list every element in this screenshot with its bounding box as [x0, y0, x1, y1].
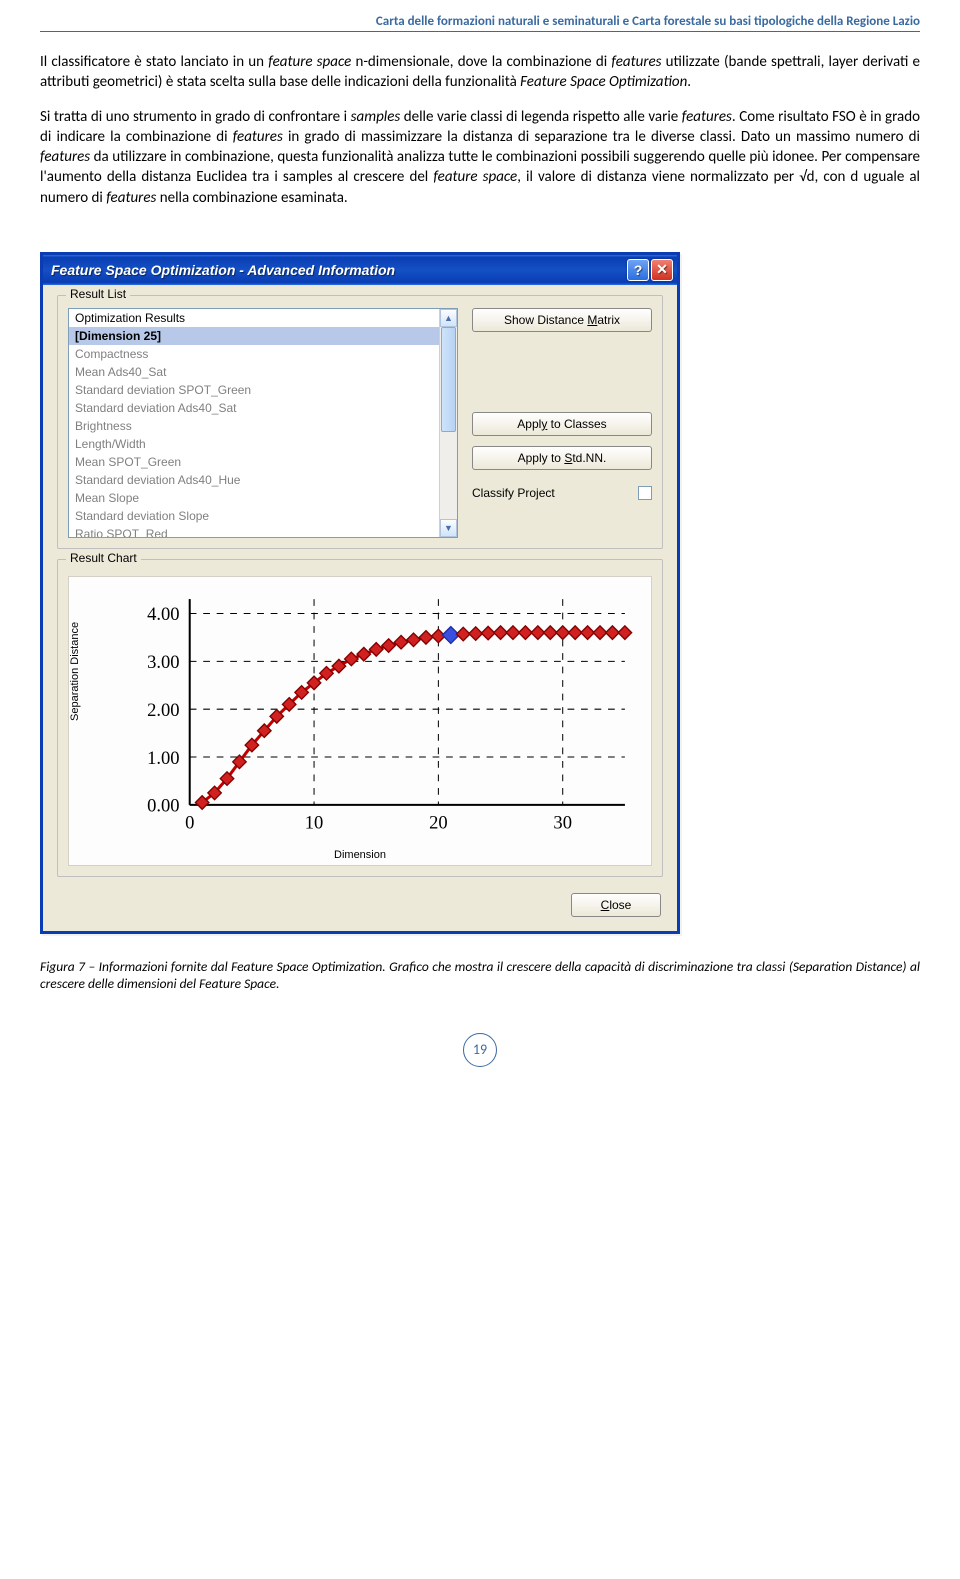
svg-text:3.00: 3.00 [147, 652, 179, 673]
list-item[interactable]: Mean SPOT_Green [69, 453, 439, 471]
list-item[interactable]: Standard deviation Slope [69, 507, 439, 525]
result-chart-group: Result Chart Separation Distance Dimensi… [57, 559, 663, 877]
list-item[interactable]: Mean Slope [69, 489, 439, 507]
svg-text:0.00: 0.00 [147, 795, 179, 816]
scroll-track[interactable] [440, 327, 457, 519]
apply-to-stdnn-button[interactable]: Apply to Std.NN. [472, 446, 652, 470]
close-button[interactable]: Close [571, 893, 661, 917]
list-item[interactable]: Standard deviation SPOT_Green [69, 381, 439, 399]
svg-text:2.00: 2.00 [147, 700, 179, 721]
result-list-legend: Result List [66, 287, 130, 301]
header-text: Carta delle formazioni naturali e semina… [40, 14, 920, 32]
scrollbar[interactable]: ▲ ▼ [439, 309, 457, 537]
help-button[interactable]: ? [627, 259, 649, 281]
fso-dialog: Feature Space Optimization - Advanced In… [40, 252, 680, 934]
show-distance-matrix-button[interactable]: Show Distance Matrix [472, 308, 652, 332]
body-text: Il classificatore è stato lanciato in un… [0, 38, 960, 232]
result-chart: Separation Distance Dimension 0.00 1.00 2.… [68, 576, 652, 866]
result-list-group: Result List Optimization Results[Dimensi… [57, 295, 663, 549]
page-header: Carta delle formazioni naturali e semina… [0, 0, 960, 38]
svg-text:4.00: 4.00 [147, 604, 179, 625]
classify-project-checkbox[interactable] [638, 486, 652, 500]
page-number-wrap: 19 [0, 1003, 960, 1087]
chart-svg: 0.00 1.00 2.00 3.00 4.00 0 10 20 30 [129, 589, 635, 842]
dialog-title: Feature Space Optimization - Advanced In… [51, 262, 395, 278]
list-item[interactable]: Ratio SPOT_Red [69, 525, 439, 537]
page-number: 19 [463, 1033, 497, 1067]
apply-to-classes-button[interactable]: Apply to Classes [472, 412, 652, 436]
list-item[interactable]: Optimization Results [69, 309, 439, 327]
classify-project-label: Classify Project [472, 486, 555, 500]
window-close-button[interactable]: ✕ [651, 259, 673, 281]
figure-caption: Figura 7 – Informazioni fornite dal Feat… [0, 934, 960, 1003]
chart-xlabel: Dimension [334, 849, 386, 861]
titlebar[interactable]: Feature Space Optimization - Advanced In… [43, 255, 677, 285]
svg-text:0: 0 [185, 812, 194, 833]
svg-text:20: 20 [429, 812, 448, 833]
result-listbox[interactable]: Optimization Results[Dimension 25]Compac… [68, 308, 458, 538]
scroll-thumb[interactable] [441, 327, 456, 433]
list-item[interactable]: Brightness [69, 417, 439, 435]
paragraph-1: Il classificatore è stato lanciato in un… [40, 52, 920, 93]
result-chart-legend: Result Chart [66, 551, 141, 565]
svg-text:1.00: 1.00 [147, 748, 179, 769]
list-item[interactable]: [Dimension 25] [69, 327, 439, 345]
paragraph-2: Si tratta di uno strumento in grado di c… [40, 107, 920, 208]
chart-ylabel: Separation Distance [69, 622, 81, 721]
scroll-up-icon[interactable]: ▲ [440, 309, 457, 327]
list-item[interactable]: Standard deviation Ads40_Hue [69, 471, 439, 489]
list-item[interactable]: Standard deviation Ads40_Sat [69, 399, 439, 417]
list-item[interactable]: Mean Ads40_Sat [69, 363, 439, 381]
list-item[interactable]: Length/Width [69, 435, 439, 453]
scroll-down-icon[interactable]: ▼ [440, 519, 457, 537]
svg-text:10: 10 [305, 812, 324, 833]
svg-text:30: 30 [553, 812, 572, 833]
list-item[interactable]: Compactness [69, 345, 439, 363]
